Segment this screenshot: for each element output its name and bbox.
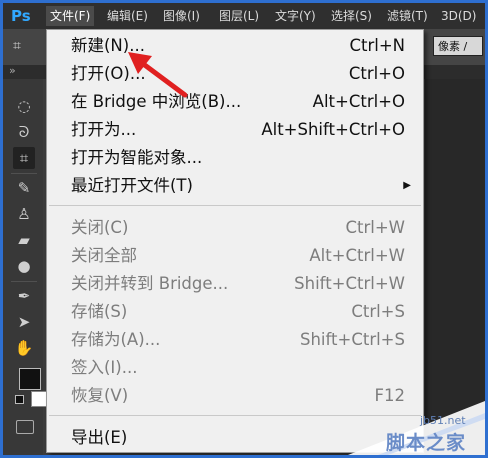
menu-item-new[interactable]: 新建(N)... Ctrl+N [47, 32, 423, 60]
watermark-name: 脚本之家 [386, 432, 467, 454]
menu-item-label: 最近打开文件(T) [71, 176, 193, 195]
menu-item-shortcut: Ctrl+O [348, 64, 405, 83]
menu-item-browse-bridge[interactable]: 在 Bridge 中浏览(B)... Alt+Ctrl+O [47, 88, 423, 116]
menu-select[interactable]: 选择(S) [331, 7, 372, 25]
menu-item-label: 关闭(C) [71, 218, 129, 237]
collapse-chevron-icon[interactable]: » [9, 64, 16, 77]
menu-separator [49, 415, 421, 416]
right-panel [425, 79, 485, 455]
crop-tool-selected-icon[interactable]: ⌗ [13, 147, 35, 169]
watermark-site: jb51.net [420, 414, 466, 427]
menu-item-recent-files[interactable]: 最近打开文件(T) ▶ [47, 172, 423, 200]
default-colors-icon[interactable] [15, 395, 24, 404]
photoshop-logo: Ps [11, 7, 31, 25]
menu-image[interactable]: 图像(I) [163, 7, 200, 25]
menu-item-shortcut: Alt+Ctrl+O [312, 92, 405, 111]
menu-item-label: 存储为(A)... [71, 330, 161, 349]
menu-item-label: 打开(O)... [71, 64, 146, 83]
menu-bar: Ps 文件(F) 编辑(E) 图像(I) 图层(L) 文字(Y) 选择(S) 滤… [3, 3, 485, 29]
menu-item-label: 导出(E) [71, 428, 128, 447]
menu-item-save-as[interactable]: 存储为(A)... Shift+Ctrl+S [47, 326, 423, 354]
healing-brush-icon[interactable]: ✎ [13, 177, 35, 199]
menu-item-shortcut: Shift+Ctrl+W [294, 274, 405, 293]
menu-edit[interactable]: 编辑(E) [107, 7, 148, 25]
crop-tool-icon[interactable]: ⌗ [13, 38, 37, 56]
menu-item-label: 在 Bridge 中浏览(B)... [71, 92, 242, 111]
units-dropdown[interactable]: 像素 / [433, 36, 483, 56]
menu-item-open-as[interactable]: 打开为... Alt+Shift+Ctrl+O [47, 116, 423, 144]
menu-item-close-all[interactable]: 关闭全部 Alt+Ctrl+W [47, 242, 423, 270]
menu-item-shortcut: Shift+Ctrl+S [300, 330, 405, 349]
menu-separator [49, 205, 421, 206]
menu-item-label: 新建(N)... [71, 36, 145, 55]
lasso-tool-icon[interactable]: ᘐ [13, 121, 35, 143]
menu-item-label: 存储(S) [71, 302, 128, 321]
menu-item-label: 打开为智能对象... [71, 148, 203, 167]
eraser-tool-icon[interactable]: ▰ [13, 229, 35, 251]
menu-item-shortcut: Alt+Shift+Ctrl+O [261, 120, 405, 139]
tool-separator [11, 173, 37, 174]
menu-item-label: 签入(I)... [71, 358, 138, 377]
menu-3d[interactable]: 3D(D) [441, 7, 476, 25]
menu-filter[interactable]: 滤镜(T) [387, 7, 428, 25]
quick-mask-icon[interactable] [16, 420, 34, 434]
menu-item-close[interactable]: 关闭(C) Ctrl+W [47, 214, 423, 242]
menu-item-shortcut: Alt+Ctrl+W [309, 246, 405, 265]
file-menu-dropdown: 新建(N)... Ctrl+N 打开(O)... Ctrl+O 在 Bridge… [46, 29, 424, 453]
background-color-swatch[interactable] [31, 391, 47, 407]
hand-tool-icon[interactable]: ✋ [13, 337, 35, 359]
menu-file[interactable]: 文件(F) [46, 6, 95, 26]
marquee-tool-icon[interactable]: ◌ [13, 95, 35, 117]
menu-item-label: 打开为... [71, 120, 137, 139]
foreground-color-swatch[interactable] [19, 368, 41, 390]
menu-item-export[interactable]: 导出(E) [47, 424, 423, 452]
submenu-arrow-icon: ▶ [403, 180, 411, 191]
menu-item-shortcut: F12 [374, 386, 406, 405]
path-select-icon[interactable]: ➤ [13, 311, 35, 333]
tool-separator [11, 281, 37, 282]
menu-item-label: 关闭全部 [71, 246, 137, 265]
pen-tool-icon[interactable]: ✒ [13, 285, 35, 307]
menu-type[interactable]: 文字(Y) [275, 7, 316, 25]
menu-item-close-go-bridge[interactable]: 关闭并转到 Bridge... Shift+Ctrl+W [47, 270, 423, 298]
stamp-tool-icon[interactable]: ♙ [13, 203, 35, 225]
tools-panel: ◌ ᘐ ⌗ ✎ ♙ ▰ ● ✒ ➤ ✋ [3, 79, 47, 455]
menu-layer[interactable]: 图层(L) [219, 7, 259, 25]
menu-item-open[interactable]: 打开(O)... Ctrl+O [47, 60, 423, 88]
menu-item-revert[interactable]: 恢复(V) F12 [47, 382, 423, 410]
menu-item-save[interactable]: 存储(S) Ctrl+S [47, 298, 423, 326]
menu-item-check-in[interactable]: 签入(I)... [47, 354, 423, 382]
menu-item-shortcut: Ctrl+S [351, 302, 405, 321]
menu-item-label: 关闭并转到 Bridge... [71, 274, 229, 293]
menu-item-shortcut: Ctrl+N [349, 36, 405, 55]
menu-item-shortcut: Ctrl+W [345, 218, 406, 237]
menu-item-label: 恢复(V) [71, 386, 129, 405]
menu-item-open-smart-object[interactable]: 打开为智能对象... [47, 144, 423, 172]
blur-tool-icon[interactable]: ● [13, 255, 35, 277]
